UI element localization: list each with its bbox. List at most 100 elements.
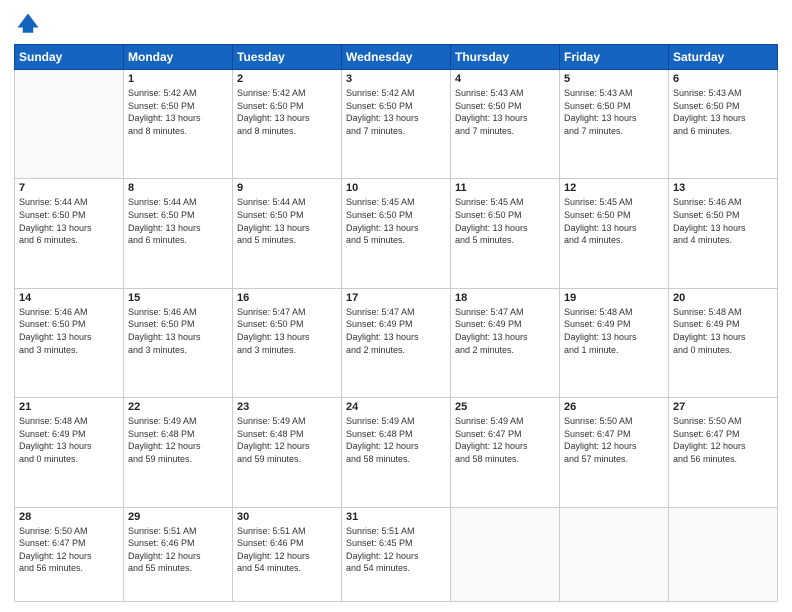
day-number: 18 (455, 292, 555, 304)
week-row-4: 21 Sunrise: 5:48 AM Sunset: 6:49 PM Dayli… (15, 398, 778, 507)
day-info: Sunrise: 5:46 AM Sunset: 6:50 PM Dayligh… (19, 306, 119, 356)
day-info: Sunrise: 5:44 AM Sunset: 6:50 PM Dayligh… (19, 196, 119, 246)
day-info: Sunrise: 5:45 AM Sunset: 6:50 PM Dayligh… (346, 196, 446, 246)
day-info: Sunrise: 5:45 AM Sunset: 6:50 PM Dayligh… (455, 196, 555, 246)
day-number: 19 (564, 292, 664, 304)
calendar-cell: 25 Sunrise: 5:49 AM Sunset: 6:47 PM Dayli… (451, 398, 560, 507)
day-info: Sunrise: 5:51 AM Sunset: 6:45 PM Dayligh… (346, 525, 446, 575)
day-info: Sunrise: 5:43 AM Sunset: 6:50 PM Dayligh… (673, 87, 773, 137)
calendar-cell: 3 Sunrise: 5:42 AM Sunset: 6:50 PM Daylig… (342, 70, 451, 179)
week-row-5: 28 Sunrise: 5:50 AM Sunset: 6:47 PM Dayli… (15, 507, 778, 602)
day-number: 23 (237, 401, 337, 413)
day-number: 12 (564, 182, 664, 194)
calendar-cell: 15 Sunrise: 5:46 AM Sunset: 6:50 PM Dayli… (124, 288, 233, 397)
col-header-friday: Friday (560, 45, 669, 70)
week-row-1: 1 Sunrise: 5:42 AM Sunset: 6:50 PM Daylig… (15, 70, 778, 179)
day-info: Sunrise: 5:47 AM Sunset: 6:50 PM Dayligh… (237, 306, 337, 356)
day-info: Sunrise: 5:46 AM Sunset: 6:50 PM Dayligh… (673, 196, 773, 246)
calendar-cell: 17 Sunrise: 5:47 AM Sunset: 6:49 PM Dayli… (342, 288, 451, 397)
calendar-cell: 30 Sunrise: 5:51 AM Sunset: 6:46 PM Dayli… (233, 507, 342, 602)
day-number: 5 (564, 73, 664, 85)
day-info: Sunrise: 5:48 AM Sunset: 6:49 PM Dayligh… (564, 306, 664, 356)
calendar-cell: 2 Sunrise: 5:42 AM Sunset: 6:50 PM Daylig… (233, 70, 342, 179)
day-info: Sunrise: 5:49 AM Sunset: 6:47 PM Dayligh… (455, 415, 555, 465)
calendar-cell: 16 Sunrise: 5:47 AM Sunset: 6:50 PM Dayli… (233, 288, 342, 397)
day-info: Sunrise: 5:49 AM Sunset: 6:48 PM Dayligh… (128, 415, 228, 465)
day-number: 22 (128, 401, 228, 413)
day-header-row: SundayMondayTuesdayWednesdayThursdayFrid… (15, 45, 778, 70)
calendar-cell: 5Sunrise: 5:43 AM Sunset: 6:50 PM Daylig… (560, 70, 669, 179)
calendar-cell: 13Sunrise: 5:46 AM Sunset: 6:50 PM Dayli… (669, 179, 778, 288)
col-header-monday: Monday (124, 45, 233, 70)
day-info: Sunrise: 5:50 AM Sunset: 6:47 PM Dayligh… (564, 415, 664, 465)
logo (14, 10, 46, 38)
calendar-cell: 9 Sunrise: 5:44 AM Sunset: 6:50 PM Daylig… (233, 179, 342, 288)
day-info: Sunrise: 5:42 AM Sunset: 6:50 PM Dayligh… (346, 87, 446, 137)
calendar-cell: 7 Sunrise: 5:44 AM Sunset: 6:50 PM Daylig… (15, 179, 124, 288)
calendar-cell: 22 Sunrise: 5:49 AM Sunset: 6:48 PM Dayli… (124, 398, 233, 507)
day-info: Sunrise: 5:45 AM Sunset: 6:50 PM Dayligh… (564, 196, 664, 246)
day-info: Sunrise: 5:48 AM Sunset: 6:49 PM Dayligh… (673, 306, 773, 356)
day-number: 30 (237, 511, 337, 523)
day-info: Sunrise: 5:44 AM Sunset: 6:50 PM Dayligh… (237, 196, 337, 246)
col-header-saturday: Saturday (669, 45, 778, 70)
day-number: 15 (128, 292, 228, 304)
day-number: 4 (455, 73, 555, 85)
calendar-cell (451, 507, 560, 602)
day-number: 28 (19, 511, 119, 523)
logo-icon (14, 10, 42, 38)
calendar-cell: 24 Sunrise: 5:49 AM Sunset: 6:48 PM Dayli… (342, 398, 451, 507)
day-info: Sunrise: 5:49 AM Sunset: 6:48 PM Dayligh… (237, 415, 337, 465)
day-info: Sunrise: 5:42 AM Sunset: 6:50 PM Dayligh… (237, 87, 337, 137)
day-number: 25 (455, 401, 555, 413)
day-info: Sunrise: 5:44 AM Sunset: 6:50 PM Dayligh… (128, 196, 228, 246)
day-number: 7 (19, 182, 119, 194)
day-info: Sunrise: 5:50 AM Sunset: 6:47 PM Dayligh… (673, 415, 773, 465)
day-number: 3 (346, 73, 446, 85)
day-info: Sunrise: 5:50 AM Sunset: 6:47 PM Dayligh… (19, 525, 119, 575)
calendar-cell: 6 Sunrise: 5:43 AM Sunset: 6:50 PM Daylig… (669, 70, 778, 179)
day-number: 21 (19, 401, 119, 413)
day-info: Sunrise: 5:51 AM Sunset: 6:46 PM Dayligh… (237, 525, 337, 575)
day-number: 31 (346, 511, 446, 523)
day-number: 26 (564, 401, 664, 413)
calendar-table: SundayMondayTuesdayWednesdayThursdayFrid… (14, 44, 778, 602)
calendar-cell: 31 Sunrise: 5:51 AM Sunset: 6:45 PM Dayli… (342, 507, 451, 602)
calendar-cell: 28 Sunrise: 5:50 AM Sunset: 6:47 PM Dayli… (15, 507, 124, 602)
calendar-cell (560, 507, 669, 602)
col-header-tuesday: Tuesday (233, 45, 342, 70)
calendar-cell: 26 Sunrise: 5:50 AM Sunset: 6:47 PM Dayli… (560, 398, 669, 507)
day-info: Sunrise: 5:47 AM Sunset: 6:49 PM Dayligh… (346, 306, 446, 356)
calendar-cell (669, 507, 778, 602)
calendar-cell: 21 Sunrise: 5:48 AM Sunset: 6:49 PM Dayli… (15, 398, 124, 507)
week-row-2: 7 Sunrise: 5:44 AM Sunset: 6:50 PM Daylig… (15, 179, 778, 288)
day-info: Sunrise: 5:46 AM Sunset: 6:50 PM Dayligh… (128, 306, 228, 356)
day-number: 17 (346, 292, 446, 304)
day-number: 2 (237, 73, 337, 85)
calendar-cell: 23 Sunrise: 5:49 AM Sunset: 6:48 PM Dayli… (233, 398, 342, 507)
col-header-thursday: Thursday (451, 45, 560, 70)
calendar-cell: 20Sunrise: 5:48 AM Sunset: 6:49 PM Dayli… (669, 288, 778, 397)
calendar-cell: 19 Sunrise: 5:48 AM Sunset: 6:49 PM Dayli… (560, 288, 669, 397)
calendar-cell (15, 70, 124, 179)
day-number: 6 (673, 73, 773, 85)
day-info: Sunrise: 5:42 AM Sunset: 6:50 PM Dayligh… (128, 87, 228, 137)
day-info: Sunrise: 5:43 AM Sunset: 6:50 PM Dayligh… (455, 87, 555, 137)
day-number: 8 (128, 182, 228, 194)
day-number: 11 (455, 182, 555, 194)
day-info: Sunrise: 5:49 AM Sunset: 6:48 PM Dayligh… (346, 415, 446, 465)
day-number: 1 (128, 73, 228, 85)
col-header-wednesday: Wednesday (342, 45, 451, 70)
day-number: 29 (128, 511, 228, 523)
header (14, 10, 778, 38)
calendar-cell: 27Sunrise: 5:50 AM Sunset: 6:47 PM Dayli… (669, 398, 778, 507)
day-info: Sunrise: 5:51 AM Sunset: 6:46 PM Dayligh… (128, 525, 228, 575)
calendar-cell: 14Sunrise: 5:46 AM Sunset: 6:50 PM Dayli… (15, 288, 124, 397)
day-number: 9 (237, 182, 337, 194)
calendar-cell: 8 Sunrise: 5:44 AM Sunset: 6:50 PM Daylig… (124, 179, 233, 288)
day-number: 24 (346, 401, 446, 413)
calendar-cell: 10Sunrise: 5:45 AM Sunset: 6:50 PM Dayli… (342, 179, 451, 288)
calendar-cell: 11 Sunrise: 5:45 AM Sunset: 6:50 PM Dayli… (451, 179, 560, 288)
day-number: 16 (237, 292, 337, 304)
day-info: Sunrise: 5:48 AM Sunset: 6:49 PM Dayligh… (19, 415, 119, 465)
